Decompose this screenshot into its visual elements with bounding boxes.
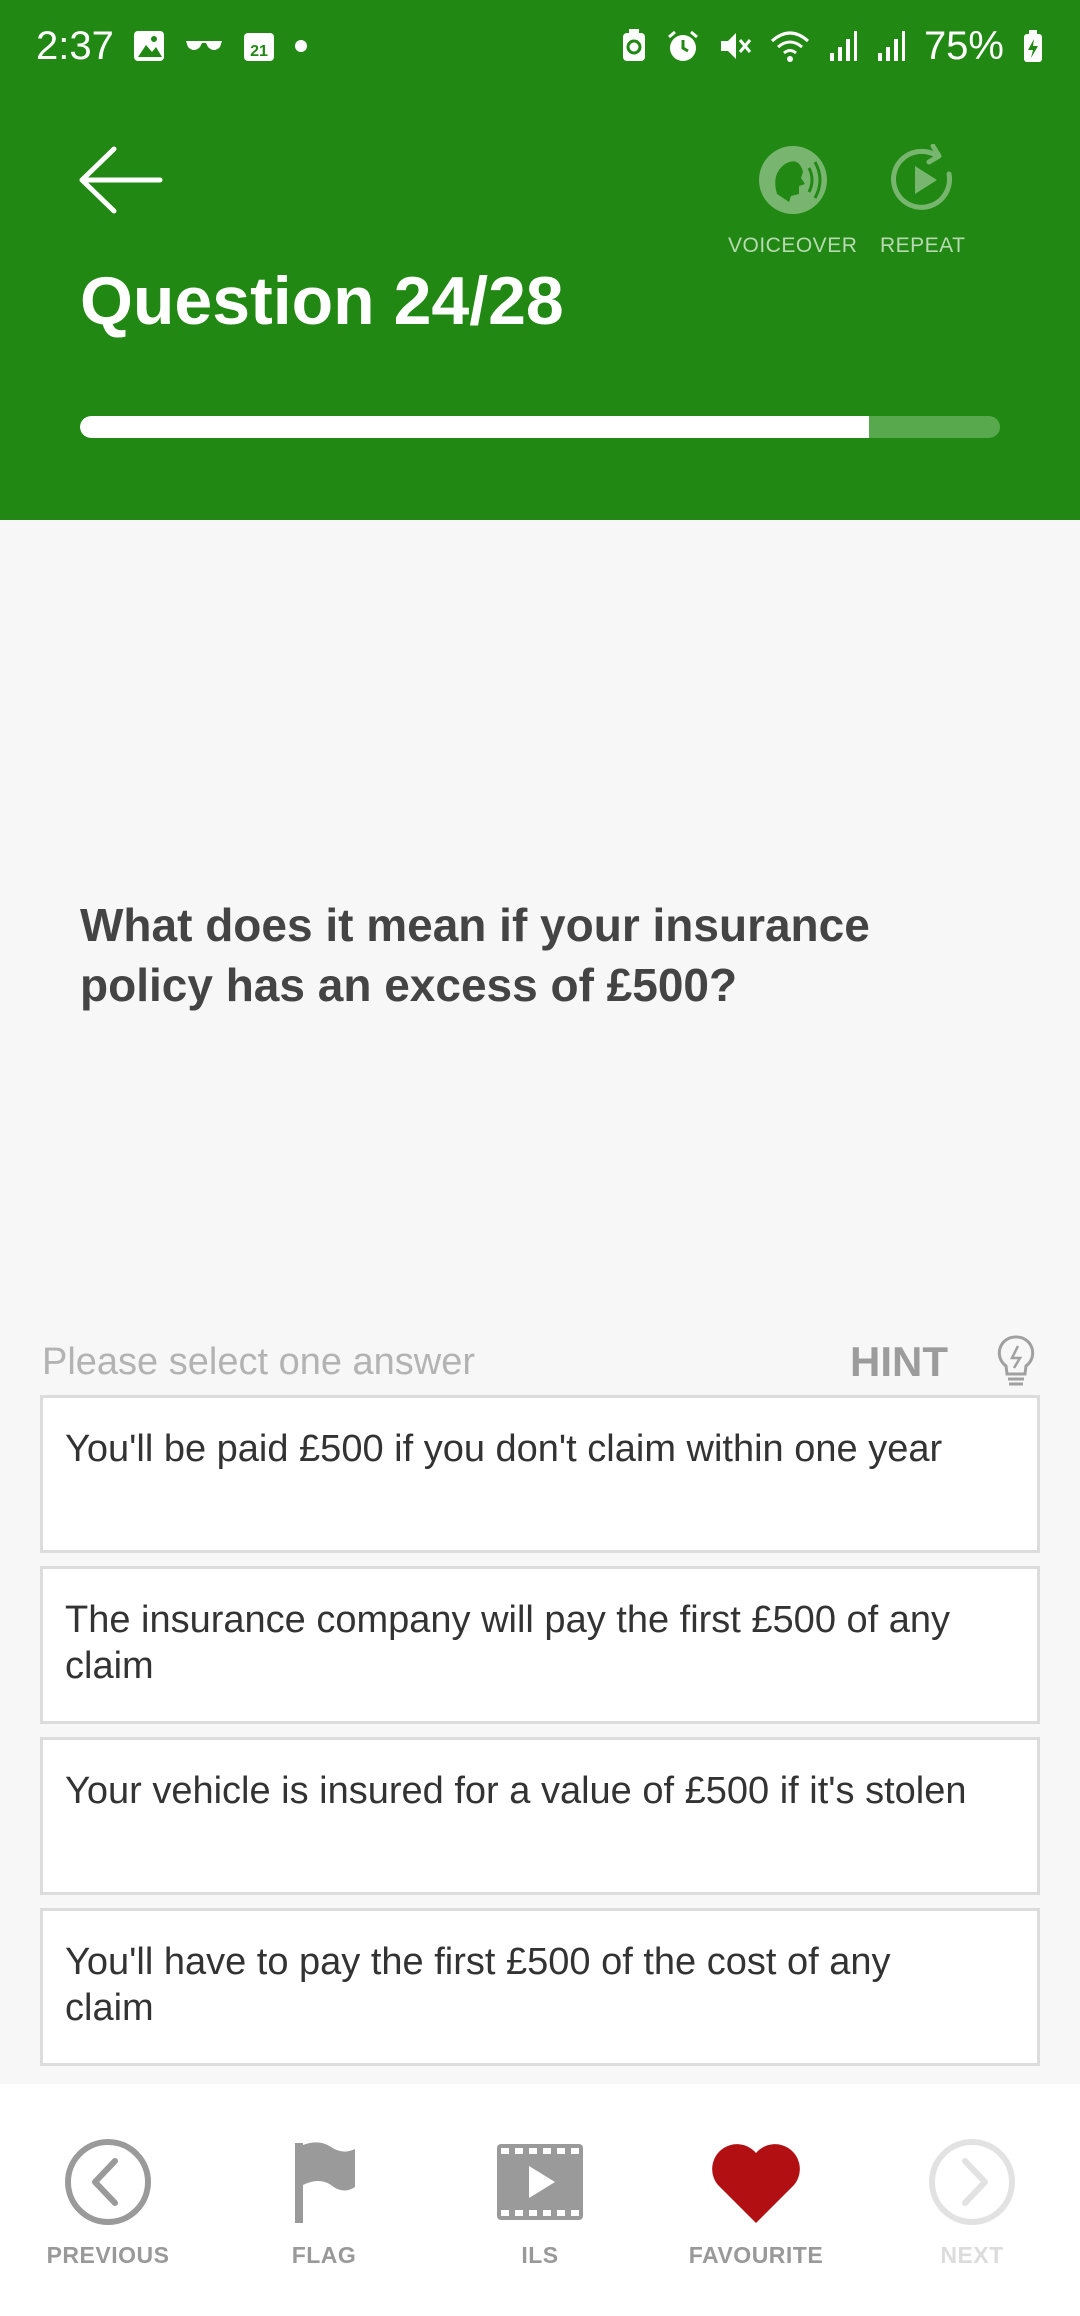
video-icon — [490, 2136, 590, 2228]
previous-button[interactable]: PREVIOUS — [8, 2136, 208, 2269]
flag-icon — [274, 2136, 374, 2228]
wifi-icon — [770, 29, 810, 63]
page-title: Question 24/28 — [80, 263, 564, 339]
signal-icon — [828, 29, 858, 63]
flag-button[interactable]: FLAG — [224, 2136, 424, 2269]
alarm-icon — [666, 29, 700, 63]
repeat-label: REPEAT — [880, 234, 966, 257]
back-button[interactable] — [76, 140, 166, 220]
progress-fill — [80, 416, 869, 438]
previous-label: PREVIOUS — [46, 2242, 170, 2268]
chevron-left-circle-icon — [58, 2136, 158, 2228]
voiceover-icon — [753, 140, 833, 220]
arrow-left-icon — [79, 146, 163, 214]
status-time: 2:37 — [36, 23, 114, 68]
question-text: What does it mean if your insurance poli… — [80, 899, 870, 1011]
favourite-label: FAVOURITE — [688, 2242, 824, 2268]
bottom-nav: PREVIOUS FLAG ILS FAVOURITE NEXT — [0, 2084, 1080, 2316]
answer-option-4[interactable]: You'll have to pay the first £500 of the… — [40, 1908, 1040, 2066]
status-left: 2:37 21 — [36, 24, 308, 69]
answer-option-2[interactable]: The insurance company will pay the first… — [40, 1566, 1040, 1724]
glasses-icon — [184, 35, 224, 57]
answer-option-3[interactable]: Your vehicle is insured for a value of £… — [40, 1737, 1040, 1895]
ils-button[interactable]: ILS — [440, 2136, 640, 2269]
answer-instruction-row: Please select one answer HINT — [42, 1334, 1038, 1390]
repeat-button[interactable]: REPEAT — [880, 140, 965, 258]
flag-label: FLAG — [291, 2242, 357, 2268]
hint-button[interactable]: HINT — [850, 1338, 948, 1386]
status-bar: 2:37 21 75% — [0, 0, 1080, 92]
select-instruction: Please select one answer — [42, 1340, 476, 1383]
status-right: 75% — [620, 24, 1044, 69]
gallery-icon — [132, 29, 166, 63]
answer-option-1[interactable]: You'll be paid £500 if you don't claim w… — [40, 1395, 1040, 1553]
favourite-button[interactable]: FAVOURITE — [656, 2136, 856, 2269]
mute-icon — [718, 29, 752, 63]
voiceover-button[interactable]: VOICEOVER — [728, 140, 857, 258]
calendar-day: 21 — [250, 43, 268, 60]
next-button[interactable]: NEXT — [872, 2136, 1072, 2269]
signal-icon-2 — [876, 29, 906, 63]
chevron-right-circle-icon — [922, 2136, 1022, 2228]
next-label: NEXT — [940, 2242, 1004, 2268]
battery-icon — [1022, 29, 1044, 63]
battery-saver-icon — [620, 29, 648, 63]
header: 2:37 21 75% VOICEOVER REPEAT Question 24… — [0, 0, 1080, 520]
notification-dot-icon — [294, 39, 308, 53]
repeat-icon — [883, 140, 963, 220]
heart-icon — [706, 2136, 806, 2228]
voiceover-label: VOICEOVER — [728, 234, 858, 257]
ils-label: ILS — [521, 2242, 559, 2268]
progress-bar — [80, 416, 1000, 438]
lightbulb-icon[interactable] — [994, 1333, 1038, 1391]
calendar-icon: 21 — [242, 29, 276, 63]
battery-percent: 75% — [923, 23, 1004, 68]
